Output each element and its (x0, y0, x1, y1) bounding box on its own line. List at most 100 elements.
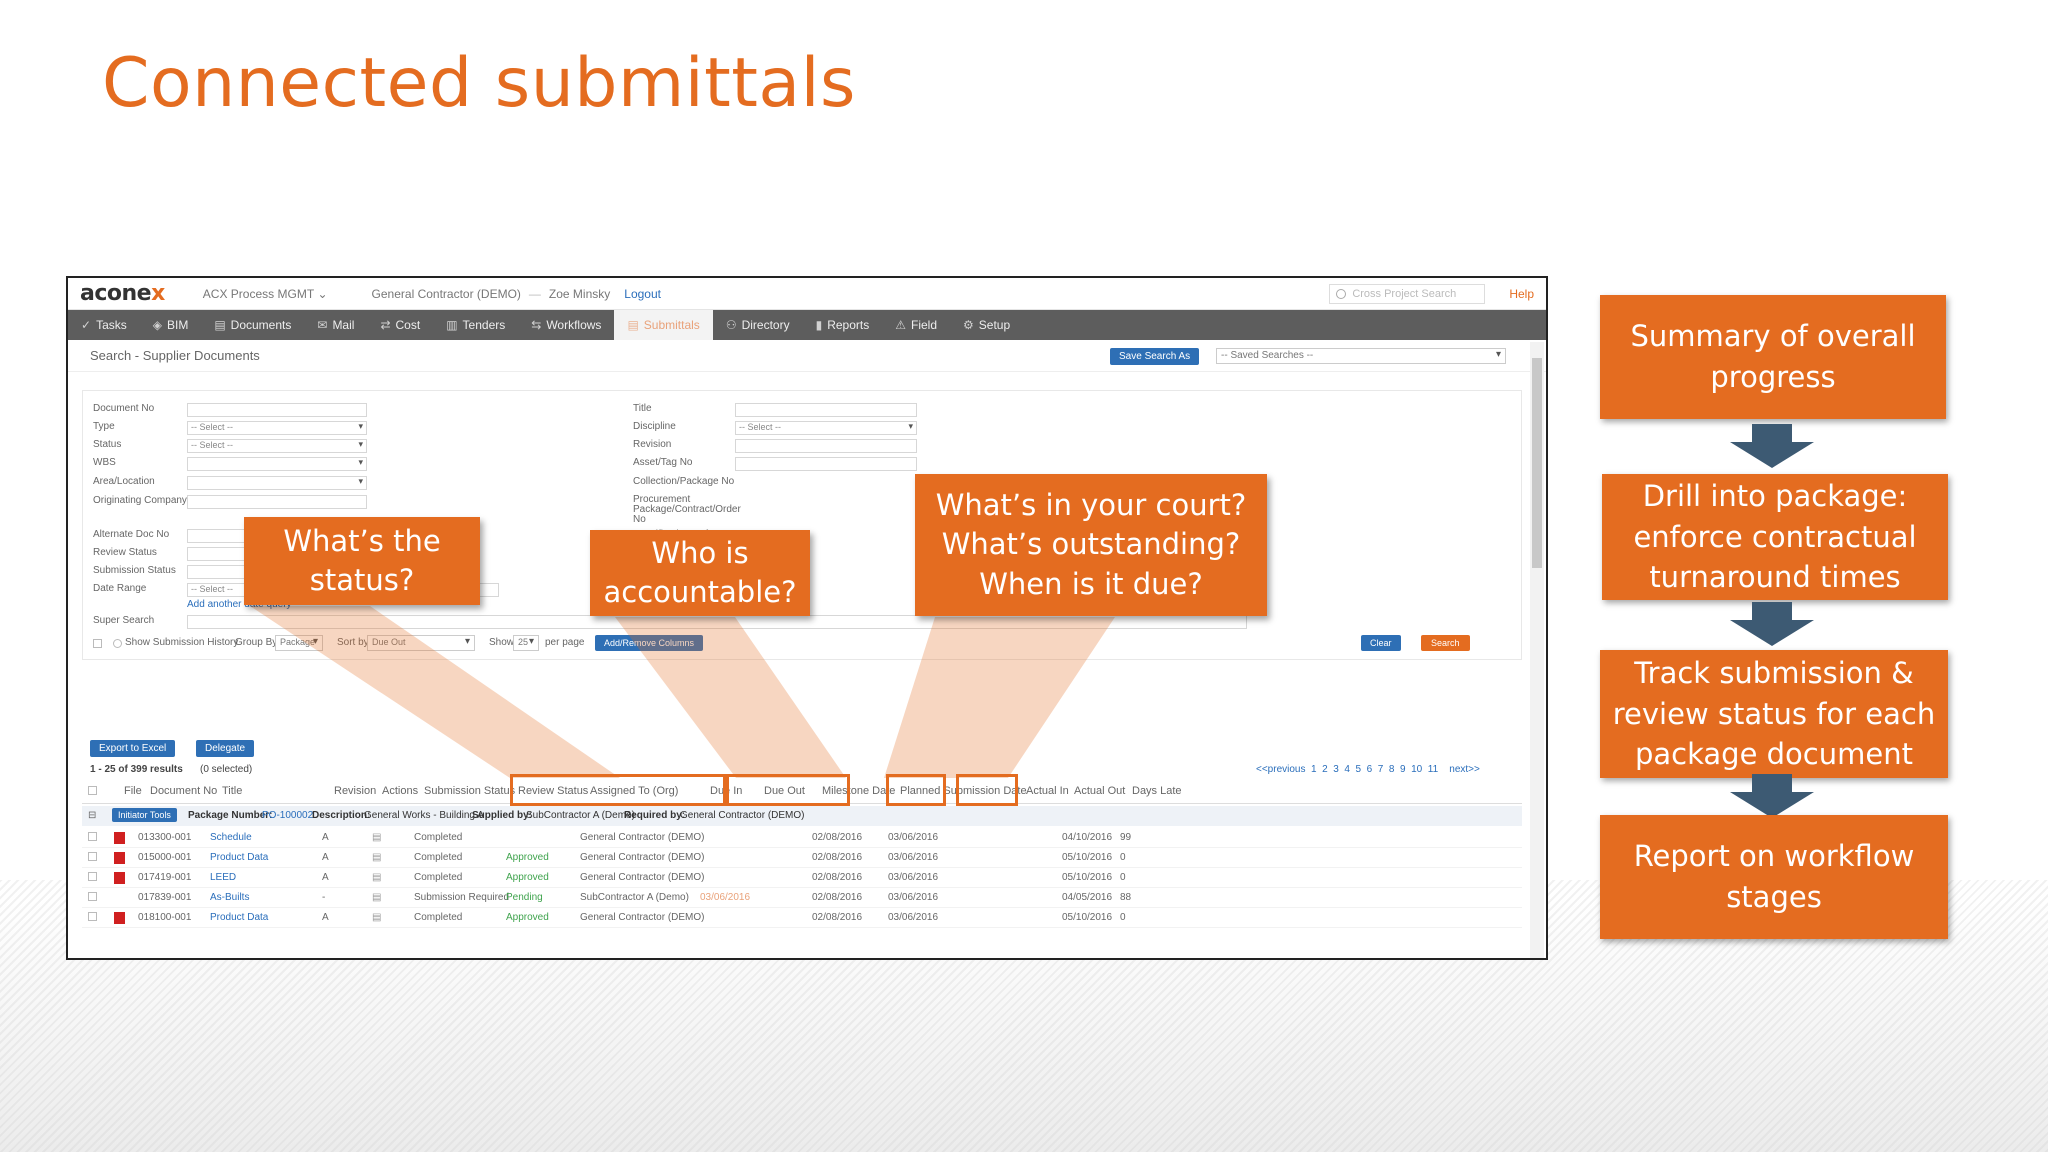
export-excel-button[interactable]: Export to Excel (90, 740, 176, 757)
nav-cost[interactable]: ⇄ Cost (367, 310, 433, 340)
expand-icon[interactable]: ⊟ (88, 810, 96, 821)
column-header[interactable]: Actual Out (1074, 785, 1125, 797)
column-header[interactable]: Actions (382, 785, 418, 797)
pdf-icon[interactable] (114, 872, 125, 884)
row-checkbox[interactable] (88, 892, 97, 901)
document-no: 013300-001 (138, 832, 192, 843)
pagination[interactable]: <<previous 1 2 3 4 5 6 7 8 9 10 11 next>… (1256, 764, 1480, 775)
pdf-icon[interactable] (114, 832, 125, 844)
search-button[interactable]: Search (1421, 635, 1470, 651)
revision: A (322, 872, 329, 883)
actions-icon[interactable]: ▤ (372, 852, 381, 863)
column-header[interactable]: Revision (334, 785, 376, 797)
nav-bim[interactable]: ◈ BIM (140, 310, 202, 340)
form-field[interactable] (735, 403, 917, 417)
delegate-button[interactable]: Delegate (196, 740, 255, 757)
row-checkbox[interactable] (88, 852, 97, 861)
planned-date: 03/06/2016 (888, 892, 939, 903)
saved-searches-select[interactable]: -- Saved Searches -- (1216, 348, 1506, 364)
initiator-tools-button[interactable]: Initiator Tools (112, 808, 177, 822)
row-checkbox[interactable] (88, 832, 97, 841)
document-title-link[interactable]: Product Data (210, 852, 268, 863)
form-field[interactable]: -- Select -- (187, 439, 367, 453)
nav-documents[interactable]: ▤ Documents (201, 310, 304, 340)
cross-project-search-input[interactable]: Cross Project Search (1329, 283, 1486, 304)
planned-date: 03/06/2016 (888, 832, 939, 843)
actions-icon[interactable]: ▤ (372, 832, 381, 843)
form-field[interactable] (735, 439, 917, 453)
nav-tasks[interactable]: ✓ Tasks (68, 310, 140, 340)
days-late: 99 (1120, 832, 1132, 843)
scrollbar-thumb[interactable] (1532, 358, 1542, 568)
submission-status: Completed (414, 912, 463, 923)
form-field[interactable] (187, 476, 367, 490)
flow-step-track: Track submission & review status for eac… (1600, 650, 1948, 778)
nav-label: Documents (230, 318, 292, 332)
column-header[interactable]: Days Late (1132, 785, 1182, 797)
actions-icon[interactable]: ▤ (372, 892, 381, 903)
show-history-checkbox[interactable] (113, 639, 122, 648)
nav-mail[interactable]: ✉ Mail (304, 310, 367, 340)
help-link[interactable]: Help (1509, 287, 1534, 301)
breadcrumb: Search - Supplier Documents Save Search … (68, 340, 1546, 372)
nav-field[interactable]: ⚠ Field (882, 310, 950, 340)
clear-button[interactable]: Clear (1361, 635, 1401, 651)
form-field[interactable] (187, 495, 367, 509)
form-field[interactable] (187, 403, 367, 417)
sort-by-select[interactable]: Due Out (367, 635, 475, 651)
column-header[interactable]: Submission Status (424, 785, 515, 797)
pdf-icon[interactable] (114, 852, 125, 864)
flow-step-drill: Drill into package: enforce contractual … (1602, 474, 1948, 600)
table-row[interactable]: 013300-001 Schedule A ▤ Completed General Con… (82, 828, 1522, 848)
table-row[interactable]: 017419-001 LEED A ▤ Completed Approved General… (82, 868, 1522, 888)
actions-icon[interactable]: ▤ (372, 872, 381, 883)
scrollbar[interactable] (1530, 342, 1544, 958)
form-field[interactable] (735, 457, 917, 471)
form-field[interactable] (187, 457, 367, 471)
column-header[interactable]: File (124, 785, 142, 797)
table-row[interactable]: 017839-001 As-Builts - ▤ Submission Required… (82, 888, 1522, 908)
save-search-button[interactable]: Save Search As (1110, 348, 1200, 365)
column-header[interactable]: Document No (150, 785, 217, 797)
nav-tenders[interactable]: ▥ Tenders (433, 310, 518, 340)
collapse-icon[interactable] (93, 639, 102, 648)
per-page-select[interactable]: 25 (513, 635, 539, 651)
super-search-input[interactable] (187, 615, 1247, 629)
milestone-date: 02/08/2016 (812, 832, 863, 843)
nav-directory[interactable]: ⚇ Directory (713, 310, 803, 340)
column-header[interactable]: Title (222, 785, 242, 797)
nav-workflows[interactable]: ⇆ Workflows (518, 310, 614, 340)
table-row[interactable]: 018100-001 Product Data A ▤ Completed Approve… (82, 908, 1522, 928)
actions-icon[interactable]: ▤ (372, 912, 381, 923)
form-label: Area/Location (93, 476, 155, 487)
add-remove-columns-button[interactable]: Add/Remove Columns (595, 635, 704, 651)
nav-submittals[interactable]: ▤ Submittals (614, 310, 713, 340)
document-title-link[interactable]: LEED (210, 872, 236, 883)
document-no: 015000-001 (138, 852, 192, 863)
pdf-icon[interactable] (114, 912, 125, 924)
flow-step-summary: Summary of overall progress (1600, 295, 1946, 419)
logout-link[interactable]: Logout (624, 287, 661, 301)
document-title-link[interactable]: As-Builts (210, 892, 249, 903)
document-no: 017839-001 (138, 892, 192, 903)
group-req-label: Required by: (624, 810, 686, 821)
document-title-link[interactable]: Product Data (210, 912, 268, 923)
workflows-icon: ⇆ (531, 318, 542, 332)
project-selector[interactable]: ACX Process MGMT (203, 287, 314, 301)
table-row[interactable]: 015000-001 Product Data A ▤ Completed Approve… (82, 848, 1522, 868)
nav-reports[interactable]: ▮ Reports (803, 310, 883, 340)
form-label: Procurement Package/Contract/Order No (633, 494, 741, 525)
row-checkbox[interactable] (88, 912, 97, 921)
column-header[interactable]: Actual In (1026, 785, 1069, 797)
group-pkg[interactable]: PO-100002 (262, 810, 313, 821)
form-field[interactable]: -- Select -- (187, 421, 367, 435)
row-checkbox[interactable] (88, 872, 97, 881)
select-all-checkbox[interactable] (88, 786, 97, 795)
due-in: 03/06/2016 (700, 892, 751, 903)
nav-setup[interactable]: ⚙ Setup (950, 310, 1023, 340)
form-field[interactable]: -- Select -- (735, 421, 917, 435)
nav-label: Tenders (462, 318, 506, 332)
document-title-link[interactable]: Schedule (210, 832, 252, 843)
group-sup-label: Supplied by: (472, 810, 532, 821)
group-by-select[interactable]: Package (275, 635, 323, 651)
